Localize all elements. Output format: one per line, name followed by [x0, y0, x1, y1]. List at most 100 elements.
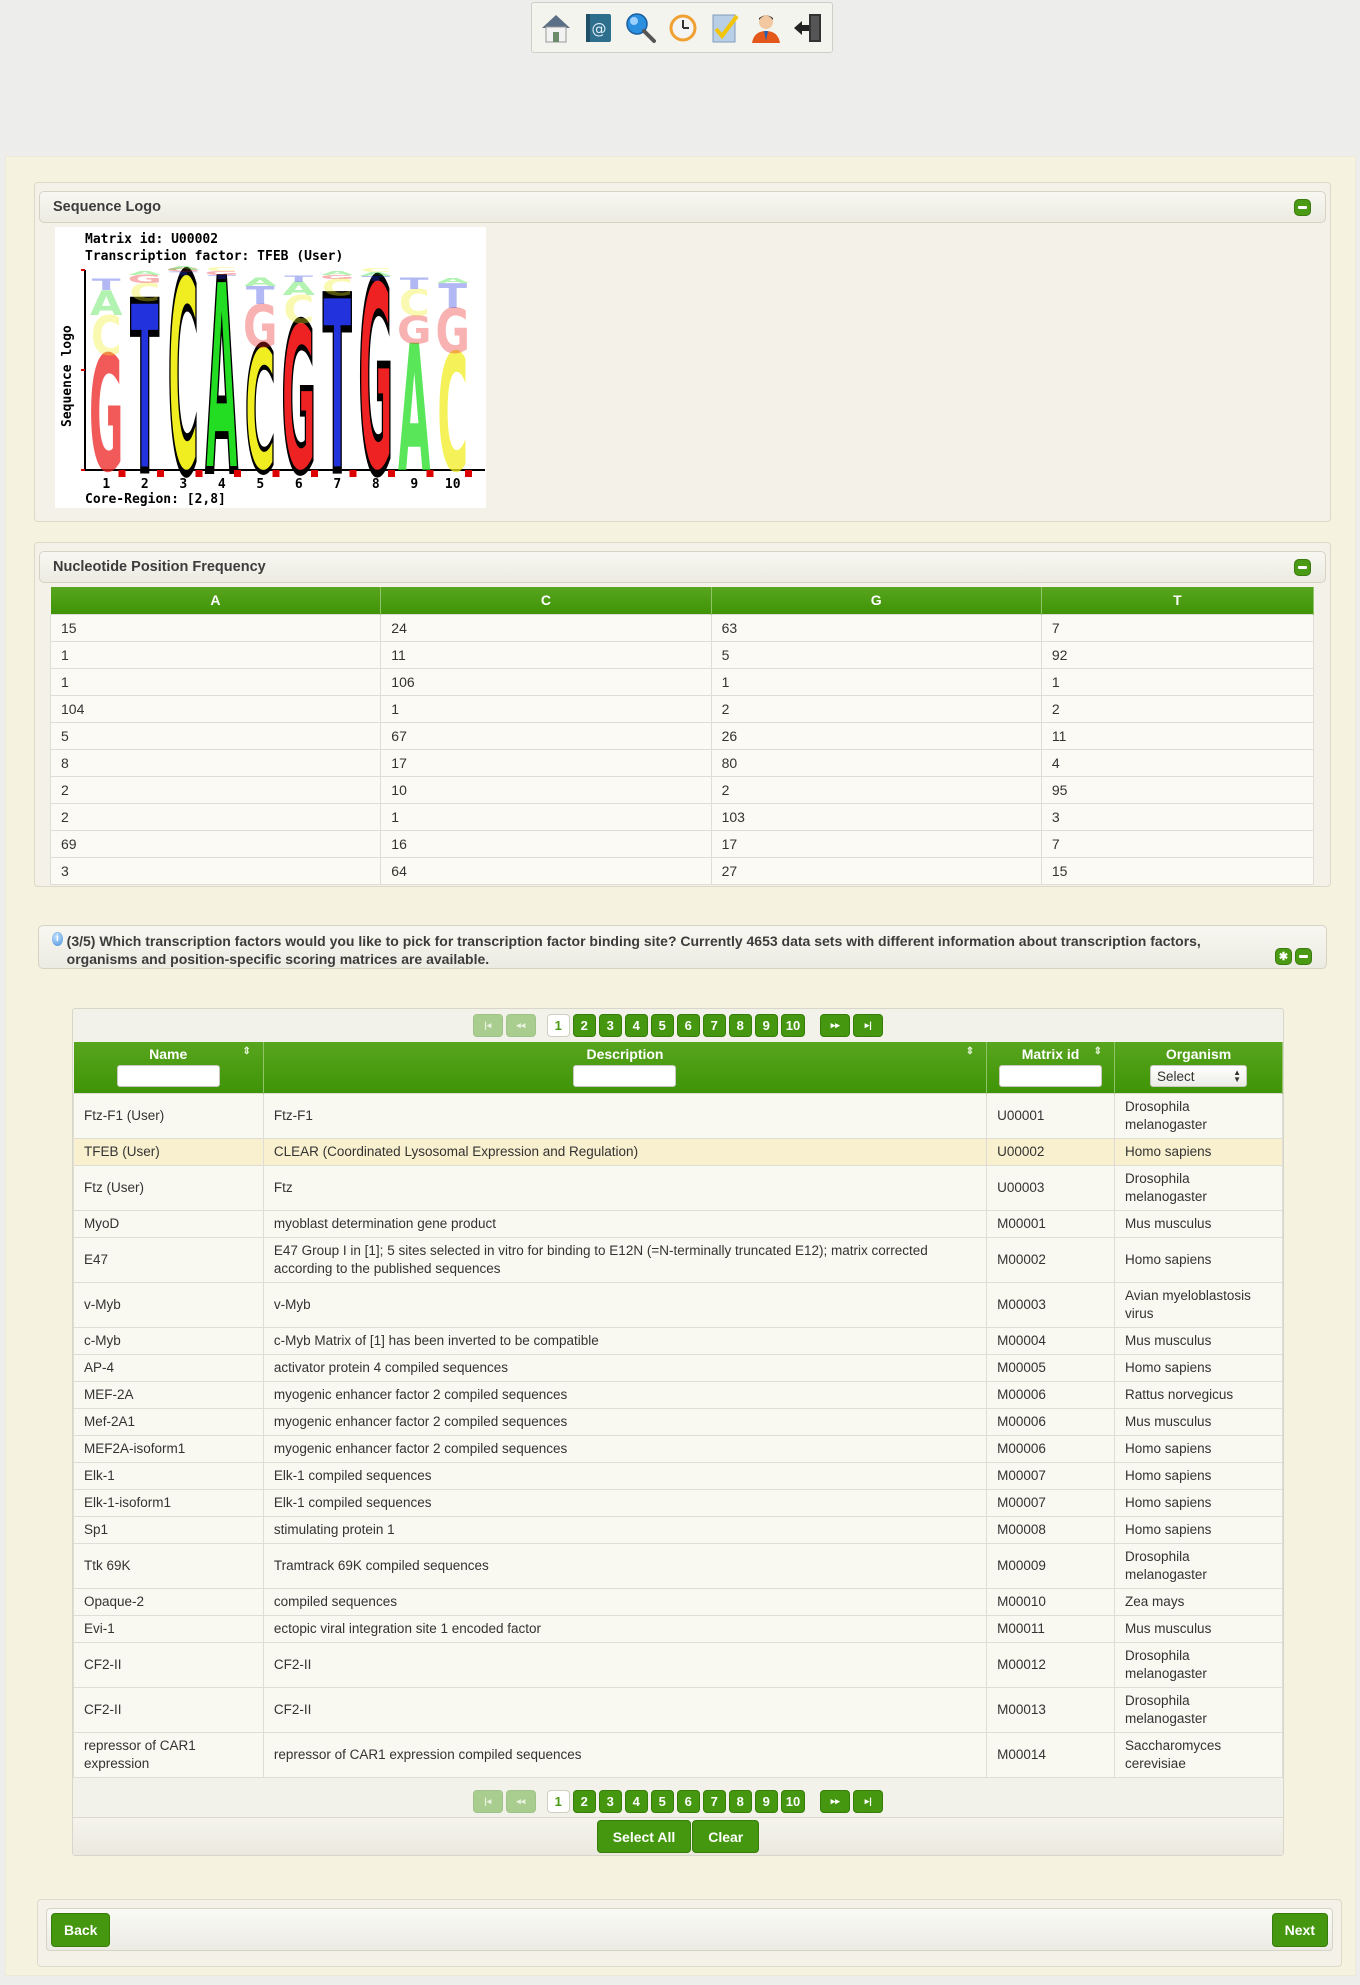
- logo-position-label: 3: [179, 477, 187, 492]
- pager-top-page-2[interactable]: 2: [572, 1013, 596, 1037]
- tf-cell-description: E47 Group I in [1]; 5 sites selected in …: [262, 1236, 988, 1283]
- pager-bottom-page-2[interactable]: 2: [572, 1789, 596, 1813]
- minus-icon: [1298, 206, 1307, 209]
- pager-bottom-page-6[interactable]: 6: [676, 1789, 700, 1813]
- freq-cell: 1: [710, 667, 1042, 696]
- tf-cell-organism: Homo sapiens: [1114, 1434, 1283, 1463]
- pager-top-prev-page-button[interactable]: ◂◂: [505, 1013, 536, 1037]
- pager-bottom-page-5[interactable]: 5: [650, 1789, 674, 1813]
- tf-cell-name: Sp1: [73, 1515, 264, 1544]
- freq-row: 104 1 2 2: [49, 694, 1315, 723]
- tf-cell-matrix-id: M00002: [986, 1236, 1116, 1283]
- pager-bottom-page-9[interactable]: 9: [754, 1789, 778, 1813]
- sort-icon[interactable]: ⇕: [242, 1046, 250, 1057]
- home-icon[interactable]: [538, 10, 574, 46]
- collapse-tf-button[interactable]: [1295, 948, 1312, 965]
- pager-top-page-8[interactable]: 8: [728, 1013, 752, 1037]
- pager-bottom-page-3[interactable]: 3: [598, 1789, 622, 1813]
- freq-cell: 80: [710, 748, 1042, 777]
- pager-bottom-next-page-button[interactable]: ▸▸: [820, 1789, 851, 1813]
- pager-bottom-page-8[interactable]: 8: [728, 1789, 752, 1813]
- tf-row[interactable]: Ttk 69K Tramtrack 69K compiled sequences M…: [73, 1542, 1283, 1589]
- tf-row[interactable]: E47 E47 Group I in [1]; 5 sites selected …: [73, 1236, 1283, 1283]
- collapse-sequence-logo-button[interactable]: [1294, 199, 1311, 216]
- select-all-button[interactable]: Select All: [596, 1820, 692, 1853]
- freq-header-c: C: [380, 587, 712, 614]
- name-filter-input[interactable]: [116, 1065, 220, 1087]
- logout-icon[interactable]: [790, 10, 826, 46]
- settings-button[interactable]: ✱: [1275, 948, 1292, 965]
- checklist-icon[interactable]: [706, 10, 742, 46]
- clear-button[interactable]: Clear: [692, 1820, 760, 1853]
- tf-row[interactable]: Evi-1 ectopic viral integration site 1 en…: [73, 1614, 1283, 1643]
- pager-bottom-page-1[interactable]: 1: [546, 1789, 570, 1813]
- freq-cell: 106: [380, 667, 712, 696]
- pager-top-last-page-button[interactable]: ▸|: [853, 1013, 884, 1037]
- pager-bottom-first-page-button[interactable]: |◂: [472, 1789, 503, 1813]
- logo-tick-marker: [465, 470, 472, 477]
- description-filter-input[interactable]: [573, 1065, 677, 1087]
- tf-row[interactable]: Opaque-2 compiled sequences M00010 Zea mays: [73, 1587, 1283, 1616]
- next-button[interactable]: Next: [1271, 1913, 1328, 1947]
- tf-row[interactable]: MyoD myoblast determination gene product M…: [73, 1209, 1283, 1238]
- tf-row[interactable]: AP-4 activator protein 4 compiled sequenc…: [73, 1353, 1283, 1382]
- tf-row[interactable]: MEF2A-isoform1 myogenic enhancer factor 2…: [73, 1434, 1283, 1463]
- pager-top-page-10[interactable]: 10: [780, 1013, 806, 1037]
- sort-icon[interactable]: ⇕: [1094, 1046, 1102, 1057]
- sequence-logo-panel: Sequence Logo Matrix id: U00002 Transcri…: [34, 182, 1331, 536]
- minus-icon: [1299, 955, 1308, 958]
- history-icon[interactable]: [664, 10, 700, 46]
- pager-top-page-9[interactable]: 9: [754, 1013, 778, 1037]
- freq-cell: 67: [380, 721, 712, 750]
- user-icon[interactable]: [748, 10, 784, 46]
- pager-top-page-3[interactable]: 3: [598, 1013, 622, 1037]
- tf-cell-name: c-Myb: [73, 1326, 264, 1355]
- pager-top-page-6[interactable]: 6: [676, 1013, 700, 1037]
- pager-top-page-4[interactable]: 4: [624, 1013, 648, 1037]
- tf-row[interactable]: c-Myb c-Myb Matrix of [1] has been invert…: [73, 1326, 1283, 1355]
- pager-bottom-page-7[interactable]: 7: [702, 1789, 726, 1813]
- address-book-icon[interactable]: @: [580, 10, 616, 46]
- tf-row[interactable]: Ftz-F1 (User) Ftz-F1 U00001 Drosophila mela…: [73, 1092, 1283, 1139]
- pager-top-page-1[interactable]: 1: [546, 1013, 570, 1037]
- sort-icon[interactable]: ⇕: [966, 1046, 974, 1057]
- tf-row[interactable]: Ftz (User) Ftz U00003 Drosophila melanogast…: [73, 1164, 1283, 1211]
- tf-row[interactable]: Elk-1-isoform1 Elk-1 compiled sequences M0…: [73, 1488, 1283, 1517]
- frequency-panel: Nucleotide Position Frequency ACGT 15 24 6…: [34, 542, 1331, 887]
- back-button[interactable]: Back: [51, 1913, 111, 1947]
- tf-row[interactable]: Sp1 stimulating protein 1 M00008 Homo sapie…: [73, 1515, 1283, 1544]
- freq-row: 2 1 103 3: [49, 802, 1315, 831]
- wizard-footer-inner: Back Next: [46, 1908, 1333, 1951]
- freq-cell: 16: [380, 829, 712, 858]
- tf-cell-matrix-id: U00002: [986, 1137, 1116, 1166]
- tf-cell-name: MyoD: [73, 1209, 264, 1238]
- pager-bottom-page-10[interactable]: 10: [780, 1789, 806, 1813]
- collapse-frequency-button[interactable]: [1294, 559, 1311, 576]
- freq-row: 8 17 80 4: [49, 748, 1315, 777]
- tf-row[interactable]: MEF-2A myogenic enhancer factor 2 compile…: [73, 1380, 1283, 1409]
- tf-row[interactable]: CF2-II CF2-II M00012 Drosophila melanogaste…: [73, 1641, 1283, 1688]
- organism-select[interactable]: Select ▲ ▼: [1150, 1065, 1248, 1087]
- tf-cell-matrix-id: M00007: [986, 1461, 1116, 1490]
- search-icon[interactable]: [622, 10, 658, 46]
- pager-top-page-5[interactable]: 5: [650, 1013, 674, 1037]
- tf-cell-organism: Drosophila melanogaster: [1114, 1686, 1283, 1733]
- tf-row[interactable]: Elk-1 Elk-1 compiled sequences M00007 Homo …: [73, 1461, 1283, 1490]
- tf-row[interactable]: v-Myb v-Myb M00003 Avian myeloblastosis vir…: [73, 1281, 1283, 1328]
- pager-bottom-last-page-button[interactable]: ▸|: [853, 1789, 884, 1813]
- tf-cell-name: CF2-II: [73, 1686, 264, 1733]
- pager-top-first-page-button[interactable]: |◂: [472, 1013, 503, 1037]
- tf-row[interactable]: CF2-II CF2-II M00013 Drosophila melanogaste…: [73, 1686, 1283, 1733]
- pager-bottom-page-4[interactable]: 4: [624, 1789, 648, 1813]
- tf-row[interactable]: TFEB (User) CLEAR (Coordinated Lysosomal …: [73, 1137, 1283, 1166]
- freq-cell: 103: [710, 802, 1042, 831]
- tf-cell-name: Elk-1-isoform1: [73, 1488, 264, 1517]
- freq-cell: 11: [380, 640, 712, 669]
- matrix-id-filter-input[interactable]: [999, 1065, 1103, 1087]
- tf-cell-organism: Drosophila melanogaster: [1114, 1092, 1283, 1139]
- tf-row[interactable]: Mef-2A1 myogenic enhancer factor 2 compil…: [73, 1407, 1283, 1436]
- pager-top-page-7[interactable]: 7: [702, 1013, 726, 1037]
- pager-bottom-prev-page-button[interactable]: ◂◂: [505, 1789, 536, 1813]
- pager-top-next-page-button[interactable]: ▸▸: [820, 1013, 851, 1037]
- tf-row[interactable]: repressor of CAR1 expression repressor of…: [73, 1731, 1283, 1778]
